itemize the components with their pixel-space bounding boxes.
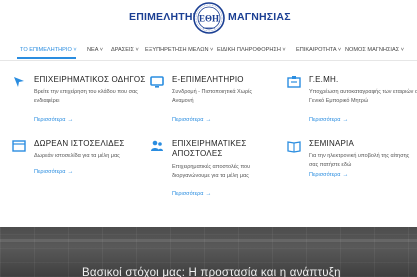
nav-item-actions[interactable]: ΔΡΑΣΕΙΣ ˅ (111, 46, 139, 54)
feature-title[interactable]: ΔΩΡΕΑΝ ΙΣΤΟΣΕΛΙΔΕΣ (34, 139, 125, 149)
nav-item-news[interactable]: ΝΕΑ ˅ (87, 46, 103, 54)
more-link[interactable]: Περισσότερα → (172, 191, 211, 197)
feature-title[interactable]: ΕΠΙΧΕΙΡΗΜΑΤΙΚΟΣ ΟΔΗΓΟΣ (34, 75, 146, 85)
more-link[interactable]: Περισσότερα → (309, 172, 348, 178)
nav-item-special-info[interactable]: ΕΙΔΙΚΗ ΠΛΗΡΟΦΟΡΗΣΗ ˅ (217, 46, 286, 54)
site-header: ΕΠΙΜΕΛΗΤΗΡΙΟ ΕΘΗ ΜΑΓΝΗΣΙΑΣ (0, 0, 417, 40)
nav-item-member-service[interactable]: ΕΞΥΠΗΡΕΤΗΣΗ ΜΕΛΩΝ ˅ (145, 46, 213, 54)
chamber-seal-logo[interactable]: ΕΘΗ (193, 1, 225, 37)
browser-icon (12, 140, 26, 152)
feature-desc: Επιχειρηματικές αποστολές που διοργανώνο… (172, 164, 251, 179)
seal-letters: ΕΘΗ (199, 14, 219, 24)
hero-banner: Βασικοί στόχοι μας: Η προστασία και η αν… (0, 227, 417, 277)
people-icon (151, 140, 163, 151)
monitor-icon (150, 76, 164, 88)
more-link[interactable]: Περισσότερα → (172, 117, 211, 123)
compass-icon (14, 77, 24, 87)
feature-e-chamber: Ε-ΕΠΙΜΕΛΗΤΗΡΙΟ Συνδρομή - Πιστοποιητικά … (150, 75, 280, 125)
arrow-right-icon: → (205, 191, 212, 197)
feature-desc: Δωρεάν ιστοσελίδα για τα μέλη μας (34, 153, 120, 159)
feature-free-websites: ΔΩΡΕΑΝ ΙΣΤΟΣΕΛΙΔΕΣ Δωρεάν ιστοσελίδα για… (12, 139, 142, 184)
hero-title: Βασικοί στόχοι μας: Η προστασία και η αν… (82, 267, 341, 277)
feature-desc: Βρείτε την επιχείρηση του κλάδου που σας… (34, 89, 138, 104)
feature-seminars: ΣΕΜΙΝΑΡΙΑ Για την ηλεκτρονική υποβολή τη… (287, 139, 415, 189)
more-link[interactable]: Περισσότερα → (34, 169, 73, 175)
nav-item-magnesia[interactable]: ΝΟΜΟΣ ΜΑΓΝΗΣΙΑΣ ˅ (345, 46, 404, 54)
feature-desc: Συνδρομή - Πιστοποιητικά Χωρίς Αναμονή (172, 89, 252, 104)
feature-title[interactable]: Γ.Ε.ΜΗ. (309, 75, 338, 85)
arrow-right-icon: → (205, 117, 212, 123)
feature-business-missions: ΕΠΙΧΕΙΡΗΜΑΤΙΚΕΣ ΑΠΟΣΤΟΛΕΣ Επιχειρηματικέ… (150, 139, 280, 199)
arrow-right-icon: → (67, 117, 74, 123)
feature-title[interactable]: Ε-ΕΠΙΜΕΛΗΤΗΡΙΟ (172, 75, 244, 85)
nav-item-chamber[interactable]: ΤΟ ΕΠΙΜΕΛΗΤΗΡΙΟ ˅ (20, 46, 77, 54)
nav-active-underline (17, 57, 76, 59)
arrow-right-icon: → (67, 169, 74, 175)
more-link[interactable]: Περισσότερα → (34, 117, 73, 123)
feature-title-line2[interactable]: ΑΠΟΣΤΟΛΕΣ (172, 149, 223, 159)
feature-gemi: Γ.Ε.ΜΗ. Υποχρέωση αυτοκαταγραφής των ετα… (287, 75, 417, 125)
nav-divider (0, 60, 417, 61)
hero-light-bar (0, 239, 417, 242)
more-link[interactable]: Περισσότερα → (309, 117, 348, 123)
registry-icon (287, 76, 301, 88)
feature-desc: Για την ηλεκτρονική υποβολή της αίτησης … (309, 153, 410, 168)
feature-title-line1[interactable]: ΕΠΙΧΕΙΡΗΜΑΤΙΚΕΣ (172, 139, 246, 149)
nav-item-current-affairs[interactable]: ΕΠΙΚΑΙΡΟΤΗΤΑ ˅ (296, 46, 341, 54)
arrow-right-icon: → (342, 172, 349, 178)
book-icon (287, 141, 301, 153)
feature-title[interactable]: ΣΕΜΙΝΑΡΙΑ (309, 139, 354, 149)
feature-business-guide: ΕΠΙΧΕΙΡΗΜΑΤΙΚΟΣ ΟΔΗΓΟΣ Βρείτε την επιχεί… (12, 75, 145, 125)
feature-desc: Υποχρέωση αυτοκαταγραφής των εταιριών στ… (309, 89, 417, 104)
arrow-right-icon: → (342, 117, 349, 123)
logo-text-right[interactable]: ΜΑΓΝΗΣΙΑΣ (228, 11, 291, 23)
